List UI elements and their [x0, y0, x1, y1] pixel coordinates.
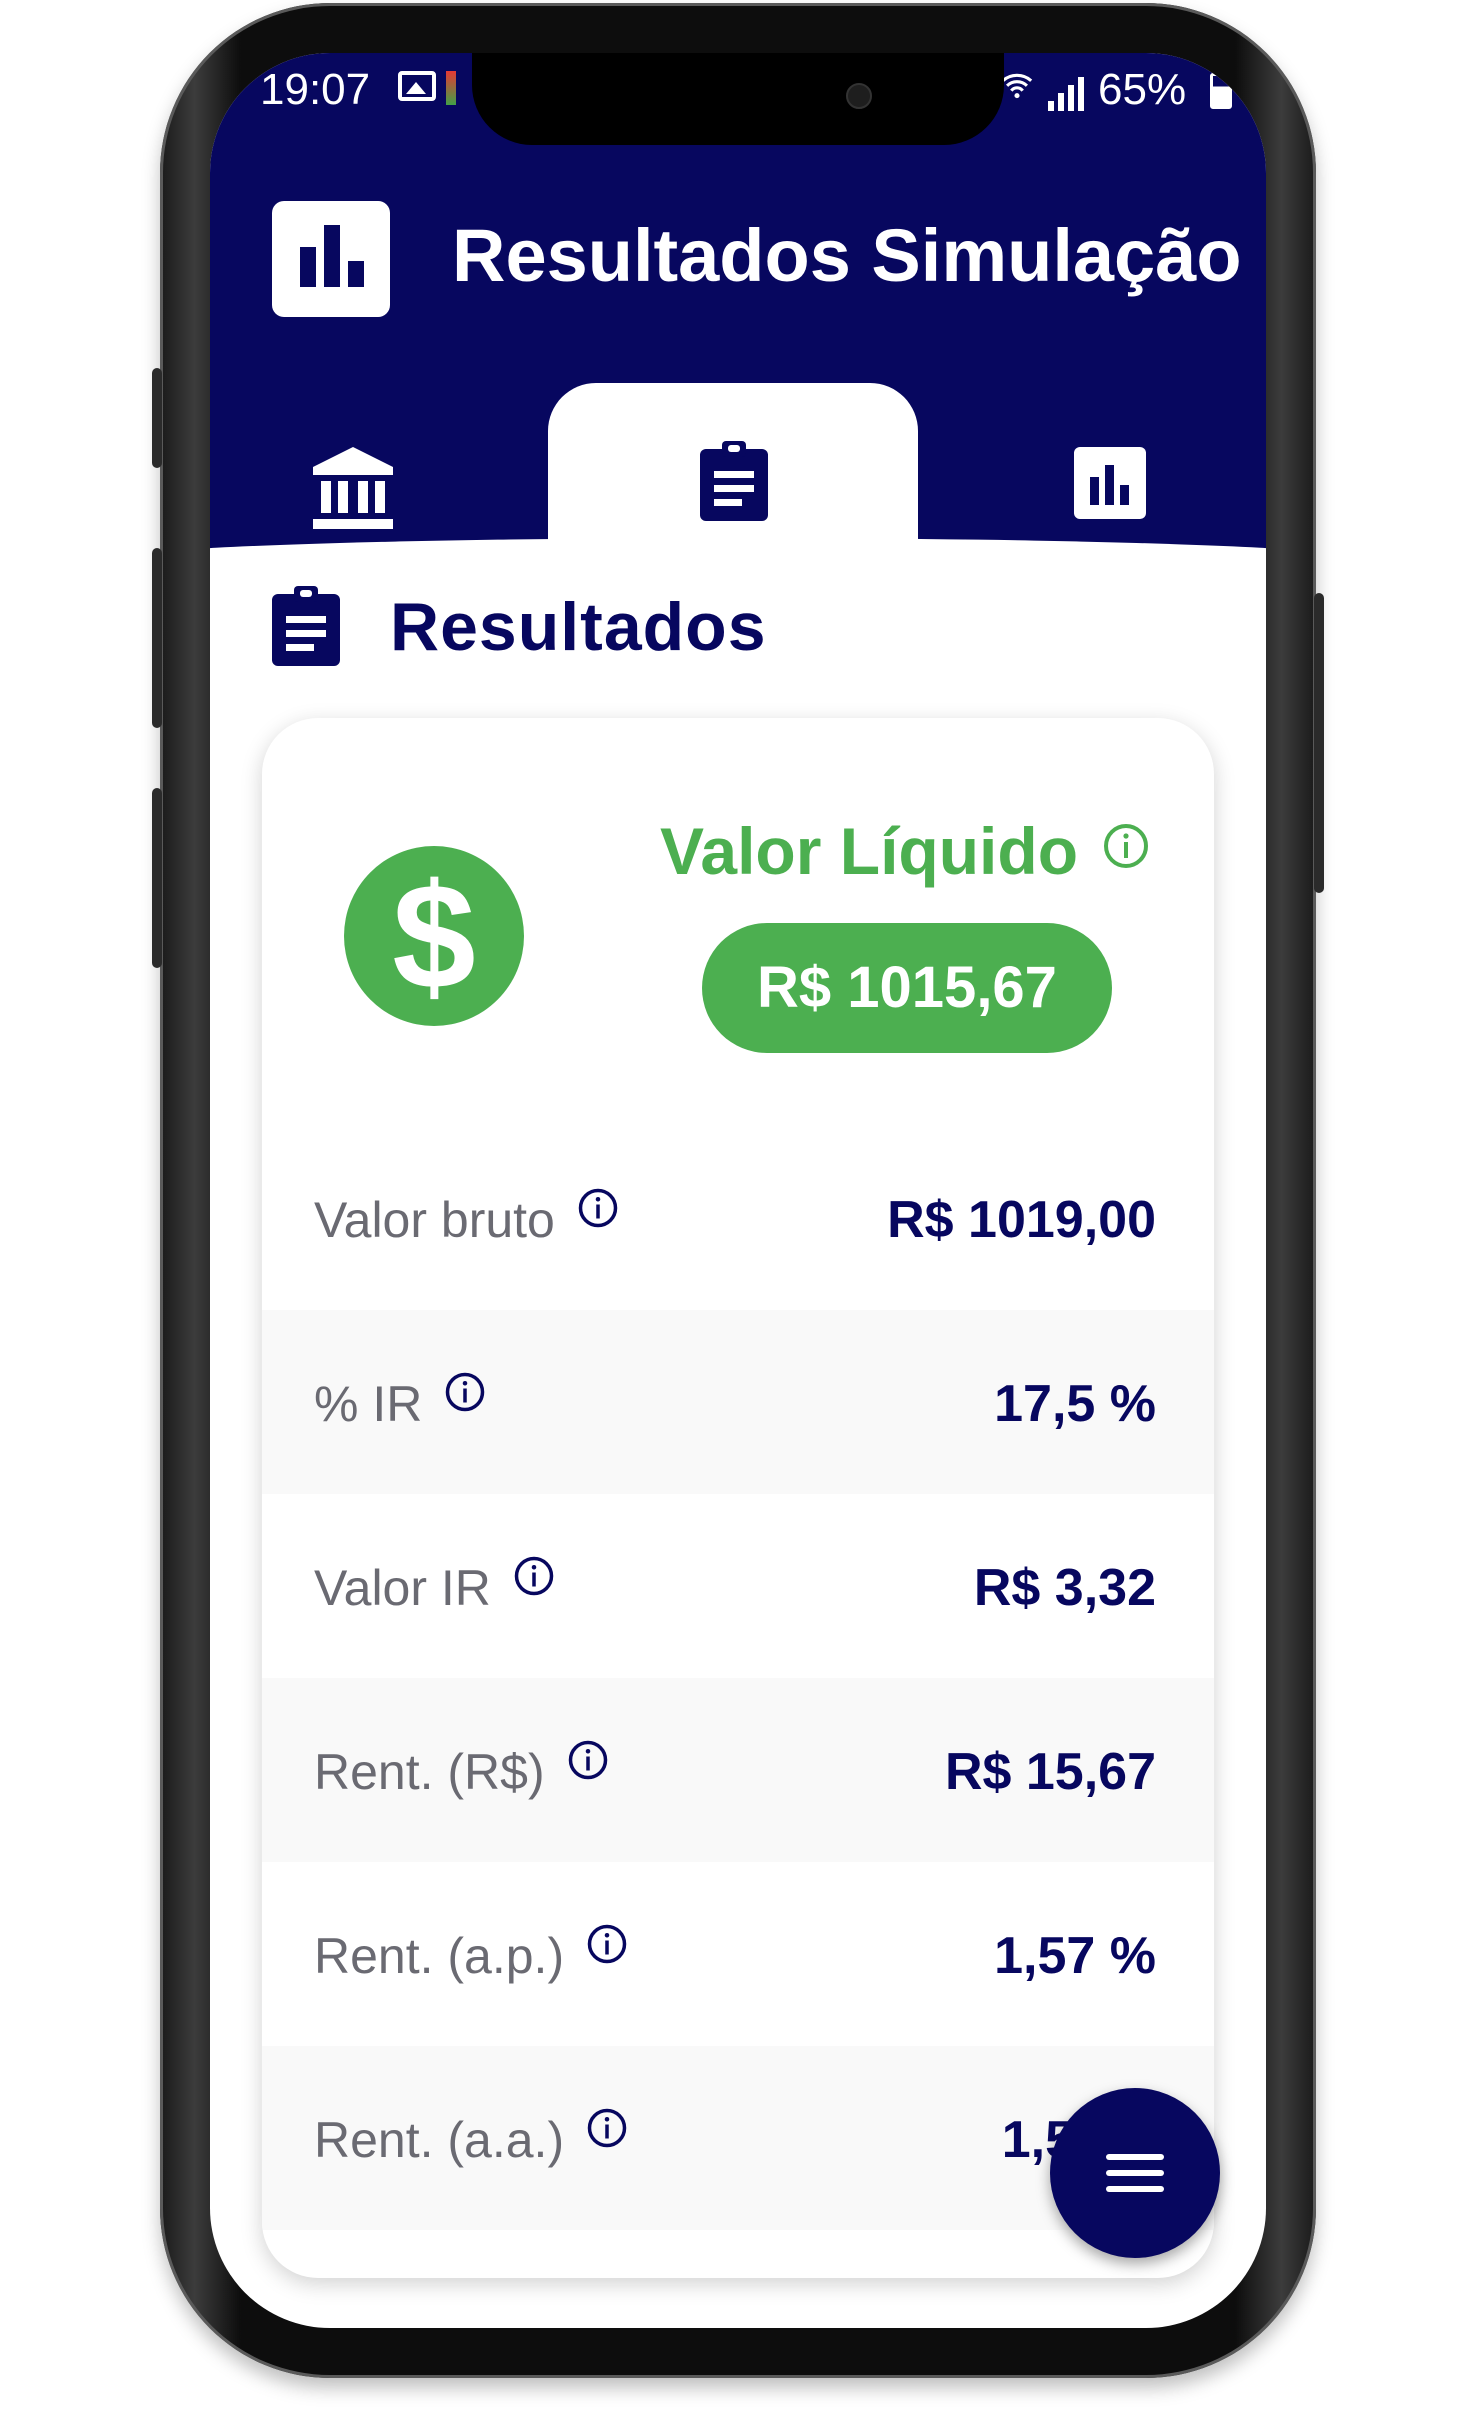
results-list: Valor bruto R$ 1019,00 % IR 17,5 % Valor… — [262, 1126, 1214, 2230]
signal-icon — [1046, 71, 1088, 111]
wifi-icon — [1000, 67, 1034, 112]
list-item: % IR 17,5 % — [262, 1310, 1214, 1494]
clipboard-icon — [272, 586, 340, 666]
gallery-notification-icon — [398, 71, 436, 101]
phone-frame: 19:07 65% Resultados Simulação Resultado… — [152, 3, 1324, 2378]
row-label-wrap: Rent. (a.a.) — [314, 2108, 628, 2169]
app-screen: 19:07 65% Resultados Simulação Resultado… — [210, 53, 1266, 2328]
clipboard-icon — [700, 441, 768, 521]
row-label-wrap: Rent. (a.p.) — [314, 1924, 628, 1985]
info-icon[interactable] — [567, 1739, 609, 1781]
app-notification-icon — [446, 71, 456, 105]
status-time: 19:07 — [260, 65, 371, 114]
bar-chart-icon — [272, 201, 390, 317]
info-icon[interactable] — [586, 2107, 628, 2149]
row-value: 17,5 % — [994, 1375, 1156, 1433]
section-title: Resultados — [390, 589, 767, 665]
info-icon[interactable] — [1102, 822, 1150, 870]
battery-icon — [1210, 73, 1232, 109]
tab-bank[interactable] — [295, 433, 415, 543]
row-value: R$ 15,67 — [944, 1743, 1156, 1801]
results-card: $ Valor Líquido R$ 1015,67 Valor bruto R… — [262, 718, 1214, 2278]
list-item: Valor IR R$ 3,32 — [262, 1494, 1214, 1678]
row-label: Valor IR — [314, 1560, 491, 1616]
front-camera — [846, 83, 872, 109]
menu-fab-button[interactable] — [1050, 2088, 1220, 2258]
row-label-wrap: % IR — [314, 1372, 486, 1433]
row-label: Rent. (a.a.) — [314, 2112, 565, 2168]
net-value-label: Valor Líquido — [660, 814, 1079, 888]
info-icon[interactable] — [513, 1555, 555, 1597]
dollar-icon: $ — [344, 846, 524, 1026]
row-value: R$ 1019,00 — [887, 1191, 1156, 1249]
phone-side-button — [1314, 593, 1324, 893]
row-label: % IR — [314, 1376, 423, 1432]
row-label-wrap: Rent. (R$) — [314, 1740, 609, 1801]
phone-notch — [472, 53, 1004, 145]
phone-side-button — [152, 368, 162, 468]
row-label: Valor bruto — [314, 1192, 555, 1248]
row-value: R$ 3,32 — [973, 1559, 1156, 1617]
row-value: 1,57 % — [994, 1927, 1156, 1985]
row-label-wrap: Valor IR — [314, 1556, 555, 1617]
net-value-badge: R$ 1015,67 — [702, 923, 1112, 1053]
list-item: Rent. (a.p.) 1,57 % — [262, 1862, 1214, 2046]
list-item: Valor bruto R$ 1019,00 — [262, 1126, 1214, 1310]
bank-icon — [313, 447, 393, 529]
battery-percentage: 65% — [1098, 65, 1187, 114]
page-title: Resultados Simulação — [452, 214, 1242, 297]
row-label: Rent. (R$) — [314, 1744, 545, 1800]
phone-side-button — [152, 788, 162, 968]
info-icon[interactable] — [444, 1371, 486, 1413]
info-icon[interactable] — [577, 1187, 619, 1229]
row-label-wrap: Valor bruto — [314, 1188, 619, 1249]
bar-chart-icon — [1074, 447, 1146, 519]
phone-side-button — [152, 548, 162, 728]
info-icon[interactable] — [586, 1923, 628, 1965]
tab-results[interactable] — [680, 433, 800, 543]
row-label: Rent. (a.p.) — [314, 1928, 565, 1984]
list-item: Rent. (R$) R$ 15,67 — [262, 1678, 1214, 1862]
tab-chart[interactable] — [1060, 433, 1180, 543]
